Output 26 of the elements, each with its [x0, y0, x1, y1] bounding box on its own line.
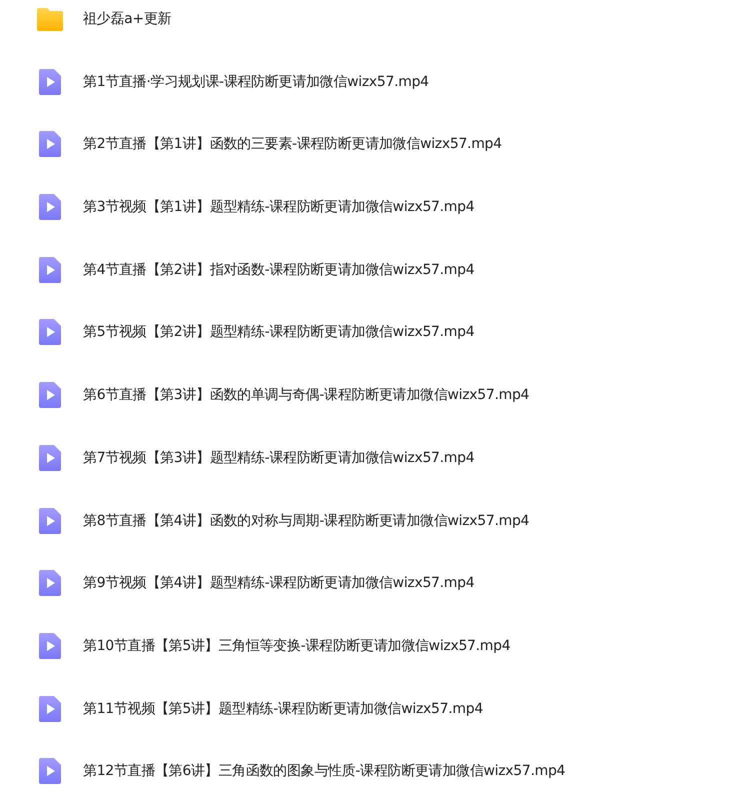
- video-file-icon: [36, 506, 64, 534]
- file-name[interactable]: 第5节视频【第2讲】题型精练-课程防断更请加微信wizx57.mp4: [83, 323, 474, 342]
- video-file-icon: [36, 193, 64, 222]
- video-file-icon: [36, 757, 64, 786]
- video-file-icon: [36, 444, 64, 472]
- video-file-icon: [36, 68, 64, 96]
- file-name[interactable]: 第10节直播【第5讲】三角恒等变换-课程防断更请加微信wizx57.mp4: [83, 636, 510, 655]
- video-file-icon: [36, 632, 64, 660]
- video-file-icon: [36, 318, 64, 346]
- file-name[interactable]: 第7节视频【第3讲】题型精练-课程防断更请加微信wizx57.mp4: [83, 448, 474, 467]
- file-name[interactable]: 第1节直播·学习规划课-课程防断更请加微信wizx57.mp4: [83, 72, 429, 91]
- file-name[interactable]: 第9节视频【第4讲】题型精练-课程防断更请加微信wizx57.mp4: [83, 574, 474, 592]
- file-name[interactable]: 第6节直播【第3讲】函数的单调与奇偶-课程防断更请加微信wizx57.mp4: [83, 386, 530, 404]
- file-name[interactable]: 第2节直播【第1讲】函数的三要素-课程防断更请加微信wizx57.mp4: [83, 135, 502, 154]
- video-file-icon: [36, 569, 64, 598]
- folder-icon: [36, 5, 64, 33]
- video-file-icon: [36, 381, 64, 410]
- file-name[interactable]: 第3节视频【第1讲】题型精练-课程防断更请加微信wizx57.mp4: [83, 198, 474, 216]
- video-file-icon: [36, 256, 64, 284]
- file-name[interactable]: 第4节直播【第2讲】指对函数-课程防断更请加微信wizx57.mp4: [83, 260, 474, 279]
- video-file-icon: [36, 694, 64, 723]
- file-name[interactable]: 第11节视频【第5讲】题型精练-课程防断更请加微信wizx57.mp4: [83, 700, 483, 718]
- file-name[interactable]: 第8节直播【第4讲】函数的对称与周期-课程防断更请加微信wizx57.mp4: [83, 512, 530, 530]
- video-file-icon: [36, 130, 64, 158]
- file-name[interactable]: 第12节直播【第6讲】三角函数的图象与性质-课程防断更请加微信wizx57.mp4: [83, 762, 566, 780]
- file-name[interactable]: 祖少磊a+更新: [83, 10, 172, 28]
